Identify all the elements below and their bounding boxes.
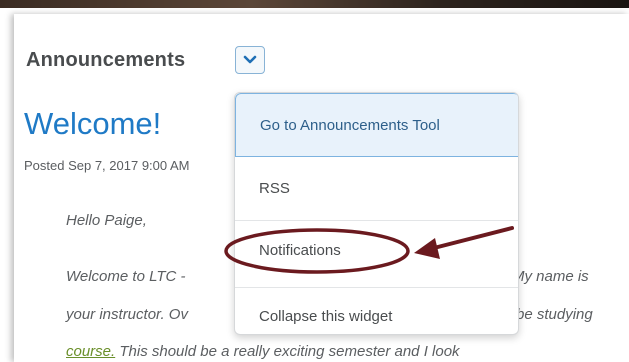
menu-item-notifications[interactable]: Notifications xyxy=(235,233,518,267)
menu-item-rss[interactable]: RSS xyxy=(235,171,518,205)
body-line-2-right: My name is xyxy=(512,268,589,285)
menu-divider xyxy=(235,287,518,288)
screenshot-frame: Announcements Welcome! Posted Sep 7, 201… xyxy=(0,0,629,362)
menu-divider xyxy=(235,220,518,221)
chevron-down-icon xyxy=(243,55,257,64)
widget-menu-dropdown: Go to Announcements Tool RSS Notificatio… xyxy=(234,92,519,335)
menu-item-collapse-widget[interactable]: Collapse this widget xyxy=(235,298,518,334)
body-line-4: course. This should be a really exciting… xyxy=(66,343,460,360)
body-line-3-left: your instructor. Ov xyxy=(66,306,188,323)
top-banner xyxy=(0,0,629,8)
greeting-text: Hello Paige, xyxy=(66,212,147,229)
body-line-2: Welcome to LTC - My name is xyxy=(66,268,589,285)
body-line-2-left: Welcome to LTC - xyxy=(66,268,186,285)
menu-item-go-to-announcements-tool[interactable]: Go to Announcements Tool xyxy=(235,93,518,157)
body-line-3: your instructor. Ov be studying xyxy=(66,306,593,323)
body-line-4-rest: This should be a really exciting semeste… xyxy=(115,343,460,360)
course-link[interactable]: course. xyxy=(66,343,115,360)
posted-date: Posted Sep 7, 2017 9:00 AM xyxy=(24,158,190,173)
announcement-heading[interactable]: Welcome! xyxy=(24,106,161,142)
widget-title: Announcements xyxy=(26,49,186,71)
widget-menu-button[interactable] xyxy=(235,46,265,74)
body-line-3-right: be studying xyxy=(516,306,593,323)
